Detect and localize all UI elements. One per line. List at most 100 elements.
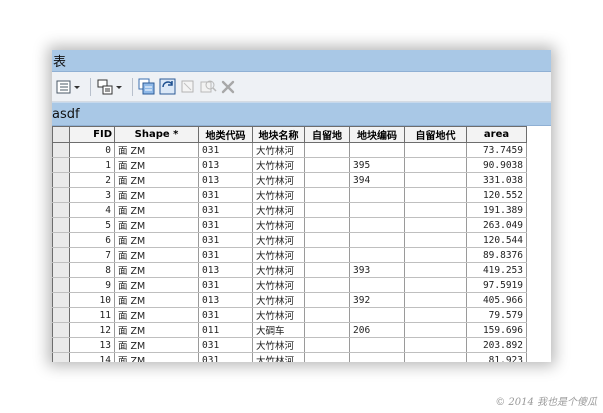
table-cell[interactable]: 面 ZM bbox=[114, 307, 199, 323]
table-cell[interactable]: 面 ZM bbox=[114, 157, 199, 173]
row-selector[interactable] bbox=[52, 277, 70, 293]
table-cell[interactable]: 面 ZM bbox=[114, 262, 199, 278]
table-cell[interactable]: 面 ZM bbox=[114, 247, 199, 263]
row-selector[interactable] bbox=[52, 142, 70, 158]
table-cell[interactable]: 大竹林河 bbox=[252, 262, 305, 278]
table-cell[interactable]: 031 bbox=[198, 277, 253, 293]
row-selector-header[interactable] bbox=[52, 126, 70, 143]
table-cell[interactable] bbox=[304, 232, 350, 248]
table-cell[interactable]: 81.923 bbox=[466, 352, 527, 362]
table-cell[interactable]: 393 bbox=[349, 262, 405, 278]
table-cell[interactable]: 面 ZM bbox=[114, 202, 199, 218]
table-cell[interactable]: 013 bbox=[198, 292, 253, 308]
row-selector[interactable] bbox=[52, 262, 70, 278]
table-cell[interactable] bbox=[349, 247, 405, 263]
table-cell[interactable]: 79.579 bbox=[466, 307, 527, 323]
table-cell[interactable]: 大竹林河 bbox=[252, 232, 305, 248]
table-cell[interactable] bbox=[404, 202, 467, 218]
table-cell[interactable]: 203.892 bbox=[466, 337, 527, 353]
table-cell[interactable]: 031 bbox=[198, 352, 253, 362]
table-row[interactable]: 13 面 ZM 031 大竹林河 203.892 bbox=[52, 337, 527, 353]
table-cell[interactable] bbox=[404, 337, 467, 353]
table-cell[interactable]: 120.552 bbox=[466, 187, 527, 203]
table-cell[interactable]: 大竹林河 bbox=[252, 352, 305, 362]
table-cell[interactable] bbox=[304, 247, 350, 263]
table-cell[interactable]: 5 bbox=[69, 217, 115, 233]
table-cell[interactable] bbox=[349, 217, 405, 233]
table-cell[interactable]: 大竹林河 bbox=[252, 217, 305, 233]
table-cell[interactable] bbox=[404, 352, 467, 362]
table-cell[interactable]: 大竹林河 bbox=[252, 292, 305, 308]
table-cell[interactable]: 013 bbox=[198, 262, 253, 278]
table-cell[interactable]: 8 bbox=[69, 262, 115, 278]
table-row[interactable]: 1面 ZM 013 大竹林河 395 90.9038 bbox=[52, 157, 527, 173]
table-cell[interactable] bbox=[404, 157, 467, 173]
table-cell[interactable]: 大碉车 bbox=[252, 322, 305, 338]
window-titlebar[interactable]: 表 bbox=[52, 50, 551, 72]
table-cell[interactable] bbox=[404, 172, 467, 188]
table-cell[interactable]: 031 bbox=[198, 337, 253, 353]
table-cell[interactable]: 1 bbox=[69, 157, 115, 173]
table-cell[interactable]: 面 ZM bbox=[114, 352, 199, 362]
table-cell[interactable]: 331.038 bbox=[466, 172, 527, 188]
table-cell[interactable]: 大竹林河 bbox=[252, 172, 305, 188]
table-cell[interactable]: 419.253 bbox=[466, 262, 527, 278]
table-cell[interactable] bbox=[349, 352, 405, 362]
table-cell[interactable]: 120.544 bbox=[466, 232, 527, 248]
table-cell[interactable] bbox=[304, 172, 350, 188]
table-cell[interactable]: 10 bbox=[69, 292, 115, 308]
table-cell[interactable] bbox=[304, 157, 350, 173]
table-cell[interactable] bbox=[304, 352, 350, 362]
table-cell[interactable]: 031 bbox=[198, 142, 253, 158]
table-row[interactable]: 0面 ZM 031 大竹林河 73.7459 bbox=[52, 142, 527, 158]
table-row[interactable]: 11 面 ZM 031 大竹林河 79.579 bbox=[52, 307, 527, 323]
row-selector[interactable] bbox=[52, 322, 70, 338]
row-selector[interactable] bbox=[52, 202, 70, 218]
table-cell[interactable]: 90.9038 bbox=[466, 157, 527, 173]
row-selector[interactable] bbox=[52, 307, 70, 323]
table-cell[interactable] bbox=[304, 277, 350, 293]
table-cell[interactable]: 263.049 bbox=[466, 217, 527, 233]
table-cell[interactable]: 面 ZM bbox=[114, 322, 199, 338]
table-cell[interactable]: 大竹林河 bbox=[252, 202, 305, 218]
table-cell[interactable]: 面 ZM bbox=[114, 172, 199, 188]
delete-selected-button[interactable] bbox=[220, 77, 236, 97]
table-cell[interactable]: 6 bbox=[69, 232, 115, 248]
table-cell[interactable] bbox=[304, 187, 350, 203]
select-by-attributes-button[interactable] bbox=[138, 77, 156, 97]
table-cell[interactable]: 面 ZM bbox=[114, 142, 199, 158]
column-header[interactable]: 地块名称 bbox=[252, 126, 305, 143]
table-cell[interactable] bbox=[304, 262, 350, 278]
table-cell[interactable]: 7 bbox=[69, 247, 115, 263]
zoom-to-selected-button[interactable] bbox=[199, 77, 217, 97]
row-selector[interactable] bbox=[52, 232, 70, 248]
table-cell[interactable] bbox=[304, 322, 350, 338]
table-cell[interactable]: 206 bbox=[349, 322, 405, 338]
table-row[interactable]: 3面 ZM 031 大竹林河 120.552 bbox=[52, 187, 527, 203]
row-selector[interactable] bbox=[52, 337, 70, 353]
row-selector[interactable] bbox=[52, 247, 70, 263]
table-row[interactable]: 8面 ZM 013 大竹林河 393 419.253 bbox=[52, 262, 527, 278]
row-selector[interactable] bbox=[52, 172, 70, 188]
table-cell[interactable] bbox=[404, 307, 467, 323]
row-selector[interactable] bbox=[52, 157, 70, 173]
table-cell[interactable]: 9 bbox=[69, 277, 115, 293]
table-row[interactable]: 2面 ZM 013 大竹林河 394 331.038 bbox=[52, 172, 527, 188]
table-row[interactable]: 5面 ZM 031 大竹林河 263.049 bbox=[52, 217, 527, 233]
table-cell[interactable]: 大竹林河 bbox=[252, 277, 305, 293]
table-cell[interactable]: 031 bbox=[198, 202, 253, 218]
table-cell[interactable]: 395 bbox=[349, 157, 405, 173]
column-header[interactable]: area bbox=[466, 126, 527, 143]
table-cell[interactable] bbox=[304, 307, 350, 323]
table-cell[interactable]: 031 bbox=[198, 217, 253, 233]
column-header[interactable]: 地块编码 bbox=[349, 126, 405, 143]
table-cell[interactable]: 大竹林河 bbox=[252, 187, 305, 203]
table-cell[interactable] bbox=[404, 292, 467, 308]
table-cell[interactable] bbox=[304, 202, 350, 218]
table-cell[interactable]: 大竹林河 bbox=[252, 142, 305, 158]
row-selector[interactable] bbox=[52, 187, 70, 203]
table-cell[interactable] bbox=[349, 307, 405, 323]
table-cell[interactable] bbox=[304, 142, 350, 158]
table-cell[interactable] bbox=[404, 277, 467, 293]
table-cell[interactable] bbox=[304, 292, 350, 308]
